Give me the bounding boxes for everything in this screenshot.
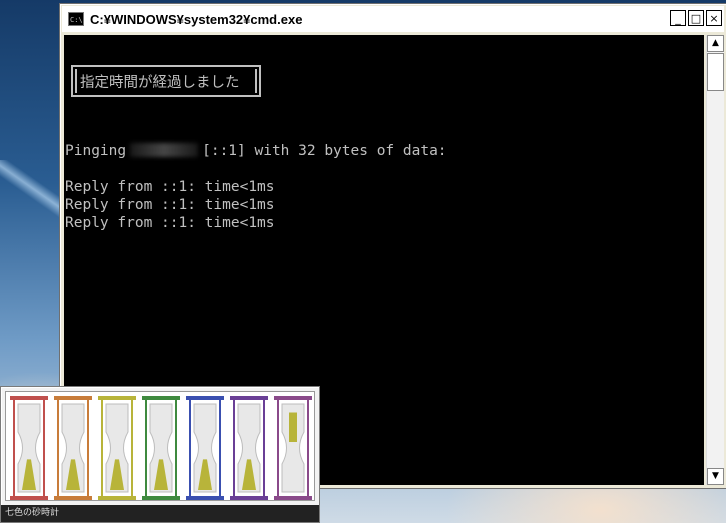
banner-text: 指定時間が経過しました — [80, 75, 240, 91]
hourglass-cap-bottom-3 — [98, 496, 136, 500]
hourglass-post-right-4 — [175, 400, 177, 496]
hourglass-cap-bottom-1 — [10, 496, 48, 500]
hourglass-post-right-7 — [307, 400, 309, 496]
hourglass-post-left-4 — [145, 400, 147, 496]
hourglass-cap-bottom-2 — [54, 496, 92, 500]
reply-line-1: Reply from ::1: time<1ms — [65, 179, 275, 195]
hourglass-post-left-5 — [189, 400, 191, 496]
hourglass-cap-top-1 — [10, 396, 48, 400]
hourglass-post-right-2 — [87, 400, 89, 496]
close-button[interactable]: × — [706, 10, 722, 26]
title-bar[interactable]: C:\ C:¥WINDOWS¥system32¥cmd.exe _ □ × — [62, 6, 724, 32]
hourglass-post-left-2 — [57, 400, 59, 496]
scroll-down-button[interactable]: ▼ — [707, 468, 724, 485]
hourglass-post-right-1 — [43, 400, 45, 496]
reply-line-3: Reply from ::1: time<1ms — [65, 215, 275, 231]
hourglass-post-right-6 — [263, 400, 265, 496]
hourglass-cap-bottom-6 — [230, 496, 268, 500]
hourglass-post-right-5 — [219, 400, 221, 496]
minimize-button[interactable]: _ — [670, 10, 686, 26]
reply-line-2: Reply from ::1: time<1ms — [65, 197, 275, 213]
hourglass-cap-top-6 — [230, 396, 268, 400]
window-controls: _ □ × — [670, 10, 722, 26]
hourglass-post-right-3 — [131, 400, 133, 496]
hourglass-set — [10, 396, 312, 500]
blurred-hostname — [130, 143, 199, 157]
gadget-title: 七色の砂時計 — [1, 505, 319, 522]
hourglass-cap-top-4 — [142, 396, 180, 400]
ping-prefix: Pinging — [65, 143, 127, 159]
hourglass-cap-bottom-4 — [142, 496, 180, 500]
hourglass-post-left-7 — [277, 400, 279, 496]
hourglass-cap-bottom-7 — [274, 496, 312, 500]
scroll-thumb[interactable] — [707, 53, 724, 91]
ping-line: Pinging [::1] with 32 bytes of data: — [65, 143, 447, 159]
maximize-button[interactable]: □ — [688, 10, 704, 26]
scroll-up-button[interactable]: ▲ — [707, 35, 724, 52]
hourglass-panel — [5, 391, 315, 501]
hourglass-post-left-6 — [233, 400, 235, 496]
hourglass-cap-top-2 — [54, 396, 92, 400]
hourglass-post-left-1 — [13, 400, 15, 496]
hourglass-cap-top-5 — [186, 396, 224, 400]
hourglass-cap-top-7 — [274, 396, 312, 400]
hourglass-cap-top-3 — [98, 396, 136, 400]
window-title: C:¥WINDOWS¥system32¥cmd.exe — [90, 11, 303, 27]
vertical-scrollbar[interactable]: ▲ ▼ — [706, 35, 724, 485]
hourglass-post-left-3 — [101, 400, 103, 496]
console-app-icon[interactable]: C:\ — [68, 12, 84, 26]
ping-suffix: [::1] with 32 bytes of data: — [202, 143, 447, 159]
hourglass-sand-top-7 — [289, 412, 297, 442]
hourglass-gadget[interactable]: 七色の砂時計 — [0, 386, 320, 523]
hourglass-cap-bottom-5 — [186, 496, 224, 500]
